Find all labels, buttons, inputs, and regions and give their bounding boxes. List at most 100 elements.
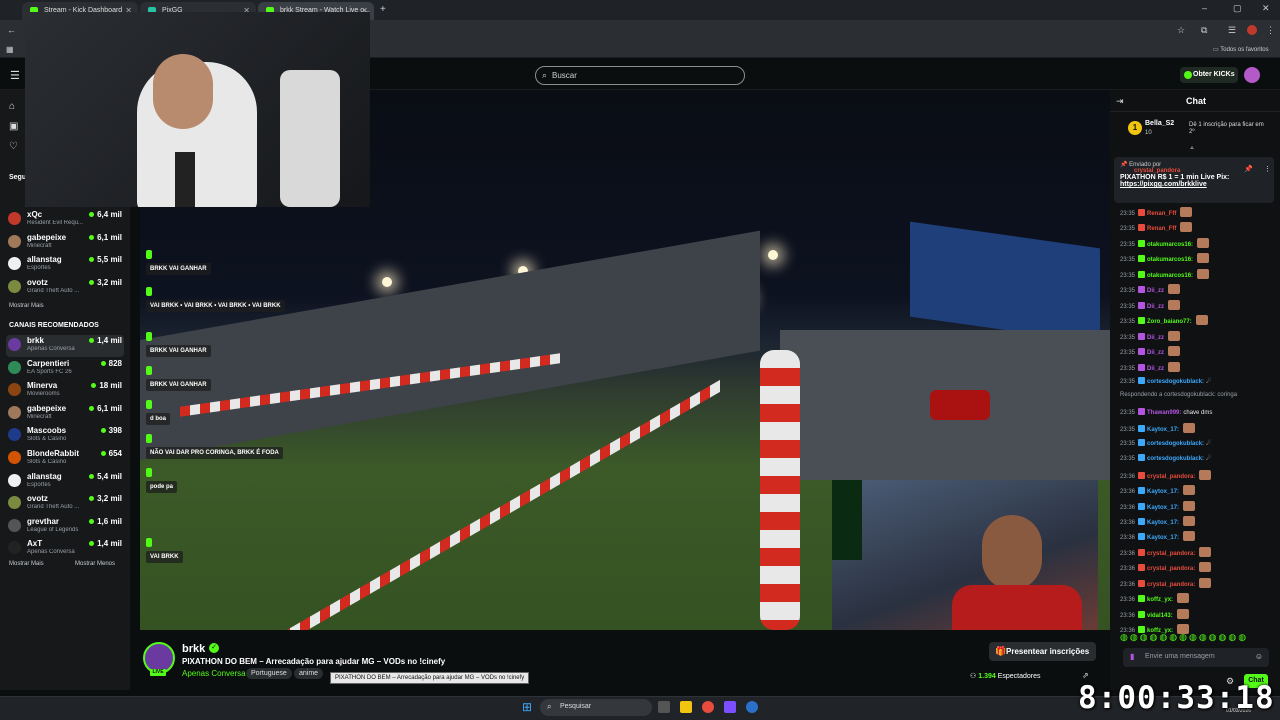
discord-icon[interactable]: [724, 701, 736, 713]
app-icon[interactable]: [746, 701, 758, 713]
stream-category[interactable]: Apenas Conversa: [182, 669, 246, 678]
windows-start-icon[interactable]: ⊞: [522, 700, 532, 714]
sidebar-channel-carpentieri[interactable]: Carpentieri EA Sports FC 26 828: [6, 358, 124, 380]
chat-username[interactable]: Thawan999:: [1147, 410, 1181, 416]
chat-username[interactable]: Kaytox_17:: [1147, 505, 1179, 511]
chat-username[interactable]: crystal_pandora:: [1147, 566, 1195, 572]
chat-message[interactable]: 23:35 cortesdogokublack: ☄: [1120, 376, 1211, 385]
chat-message[interactable]: 23:35 Dii_zz: [1120, 299, 1181, 310]
chat-message[interactable]: 23:36 Kaytox_17:: [1120, 516, 1196, 526]
chat-message[interactable]: 23:36 crystal_pandora:: [1120, 577, 1212, 588]
chat-username[interactable]: vidal143:: [1147, 613, 1173, 619]
chat-message[interactable]: 23:36 crystal_pandora:: [1120, 469, 1212, 480]
sidebar-channel-allanstag[interactable]: allanstag Esportes 5,5 mil: [6, 254, 124, 276]
chat-message[interactable]: 23:35 Dii_zz: [1120, 361, 1181, 372]
pinned-more-icon[interactable]: ⋮: [1264, 165, 1271, 173]
chat-message[interactable]: Respondendo a cortesdogokublack: coringa: [1120, 392, 1239, 398]
chat-username[interactable]: Dii_zz: [1147, 288, 1164, 294]
chat-message[interactable]: 23:36 Kaytox_17:: [1120, 485, 1196, 496]
search-input[interactable]: ⌕ Buscar: [535, 66, 745, 85]
sidebar-channel-axt[interactable]: AxT Apenas Conversa 1,4 mil: [6, 538, 124, 560]
chat-message[interactable]: 23:36 Kaytox_17:: [1120, 531, 1196, 542]
hamburger-menu-icon[interactable]: ☰: [10, 69, 20, 82]
show-more-recommended-link[interactable]: Mostrar Mais: [9, 561, 44, 567]
chat-username[interactable]: otakumarcos16:: [1147, 257, 1193, 263]
minimize-icon[interactable]: –: [1202, 3, 1207, 13]
all-bookmarks-link[interactable]: ▭ Todos os favoritos: [1213, 46, 1269, 53]
unpin-icon[interactable]: 📌: [1244, 165, 1253, 173]
chat-message[interactable]: 23:35 Thawan999: chave dms: [1120, 407, 1212, 416]
chat-message[interactable]: 23:36 Kaytox_17:: [1120, 500, 1196, 511]
emote-bar[interactable]: ◍◍◍◍◍◍◍◍◍◍◍◍◍: [1120, 632, 1248, 643]
emoji-icon[interactable]: ☺: [1255, 652, 1263, 661]
chat-username[interactable]: Dii_zz: [1147, 366, 1164, 372]
bookmark-star-icon[interactable]: ☆: [1177, 25, 1185, 36]
apps-icon[interactable]: ▦: [6, 45, 14, 54]
sidebar-channel-ovotz[interactable]: ovotz Grand Theft Auto ... 3,2 mil: [6, 493, 124, 515]
collapse-chat-icon[interactable]: ⇥: [1116, 96, 1124, 107]
chat-username[interactable]: Zoro_baiano77:: [1147, 319, 1192, 325]
show-less-link[interactable]: Mostrar Menos: [75, 561, 115, 567]
chat-message[interactable]: 23:35 Renan_Fff: [1120, 207, 1193, 217]
extensions-icon[interactable]: ⧉: [1201, 25, 1207, 36]
chat-message[interactable]: 23:35 Kaytox_17:: [1120, 423, 1196, 434]
chat-username[interactable]: Dii_zz: [1147, 304, 1164, 310]
browse-icon[interactable]: ▣: [9, 121, 18, 132]
back-icon[interactable]: ←: [7, 25, 16, 35]
chat-message[interactable]: 23:36 vidal143:: [1120, 608, 1189, 619]
chat-username[interactable]: Respondendo a cortesdogokublack: coringa: [1120, 392, 1237, 398]
chat-message[interactable]: 23:35 Dii_zz: [1120, 346, 1181, 357]
streamer-name[interactable]: brkk: [182, 643, 205, 655]
sidebar-channel-xqc[interactable]: xQc Resident Evil Requ... 6,4 mil: [6, 209, 124, 231]
tag-language[interactable]: Portuguese: [246, 668, 292, 679]
maximize-icon[interactable]: ▢: [1233, 3, 1242, 14]
chat-input[interactable]: ▮ Envie uma mensagem ☺: [1123, 648, 1269, 667]
new-tab-icon[interactable]: +: [380, 4, 386, 15]
chat-username[interactable]: otakumarcos16:: [1147, 242, 1193, 248]
file-explorer-icon[interactable]: [680, 701, 692, 713]
gift-subs-button[interactable]: 🎁 Presentear inscrições: [989, 642, 1096, 661]
chat-username[interactable]: otakumarcos16:: [1147, 273, 1193, 279]
chat-username[interactable]: koffz_yx:: [1147, 597, 1173, 603]
expand-leaderboard-icon[interactable]: ⩡: [1190, 145, 1194, 153]
chat-username[interactable]: Dii_zz: [1147, 335, 1164, 341]
sidebar-channel-grevthar[interactable]: grevthar League of Legends 1,6 mil: [6, 516, 124, 538]
sidebar-channel-minerva[interactable]: Minerva Movierooms 18 mil: [6, 380, 124, 402]
home-icon[interactable]: ⌂: [9, 101, 15, 112]
chat-username[interactable]: cortesdogokublack:: [1147, 441, 1204, 447]
chat-username[interactable]: crystal_pandora:: [1147, 582, 1195, 588]
chat-message[interactable]: 23:36 crystal_pandora:: [1120, 562, 1212, 573]
chat-message[interactable]: 23:35 otakumarcos16:: [1120, 253, 1210, 264]
pinned-link[interactable]: https://pixgg.com/brkklive: [1120, 181, 1268, 188]
show-more-following-link[interactable]: Mostrar Mais: [9, 303, 44, 309]
sidebar-channel-gabepeixe[interactable]: gabepeixe Minecraft 6,1 mil: [6, 403, 124, 425]
task-view-icon[interactable]: [658, 701, 670, 713]
taskbar-search[interactable]: ⌕ Pesquisar: [540, 699, 652, 716]
chat-message[interactable]: 23:36 koffz_yx:: [1120, 593, 1190, 604]
profile-icon[interactable]: [1247, 25, 1257, 35]
chat-username[interactable]: cortesdogokublack:: [1147, 379, 1204, 385]
chat-message[interactable]: 23:35 otakumarcos16:: [1120, 237, 1210, 248]
user-avatar[interactable]: [1244, 67, 1260, 83]
close-window-icon[interactable]: ✕: [1262, 3, 1270, 14]
chat-username[interactable]: Kaytox_17:: [1147, 535, 1179, 541]
chat-message[interactable]: 23:35 Renan_Fff: [1120, 222, 1193, 233]
chat-username[interactable]: crystal_pandora:: [1147, 474, 1195, 480]
share-icon[interactable]: ⇗: [1082, 671, 1089, 680]
more-icon[interactable]: ⋮: [1266, 25, 1275, 36]
sidebar-channel-brkk[interactable]: brkk Apenas Conversa 1,4 mil: [6, 335, 124, 357]
chat-message[interactable]: 23:35 otakumarcos16:: [1120, 268, 1210, 279]
top-gifter-name[interactable]: Bella_S2: [1145, 120, 1174, 127]
chat-username[interactable]: Renan_Fff: [1147, 211, 1176, 217]
sidebar-channel-blonderabbit[interactable]: BlondeRabbit Slots & Casino 654: [6, 448, 124, 470]
chrome-icon[interactable]: [702, 701, 714, 713]
chat-message[interactable]: 23:36 crystal_pandora:: [1120, 546, 1212, 557]
get-kicks-button[interactable]: Obter KICKs: [1180, 67, 1238, 83]
chat-message[interactable]: 23:35 Dii_zz: [1120, 284, 1181, 295]
chat-username[interactable]: Kaytox_17:: [1147, 520, 1179, 526]
menu-icon[interactable]: ☰: [1228, 25, 1236, 36]
sidebar-channel-ovotz[interactable]: ovotz Grand Theft Auto ... 3,2 mil: [6, 277, 124, 299]
chat-message[interactable]: 23:35 Dii_zz: [1120, 330, 1181, 341]
following-icon[interactable]: ♡: [9, 141, 18, 152]
sidebar-channel-gabepeixe[interactable]: gabepeixe Minecraft 6,1 mil: [6, 232, 124, 254]
